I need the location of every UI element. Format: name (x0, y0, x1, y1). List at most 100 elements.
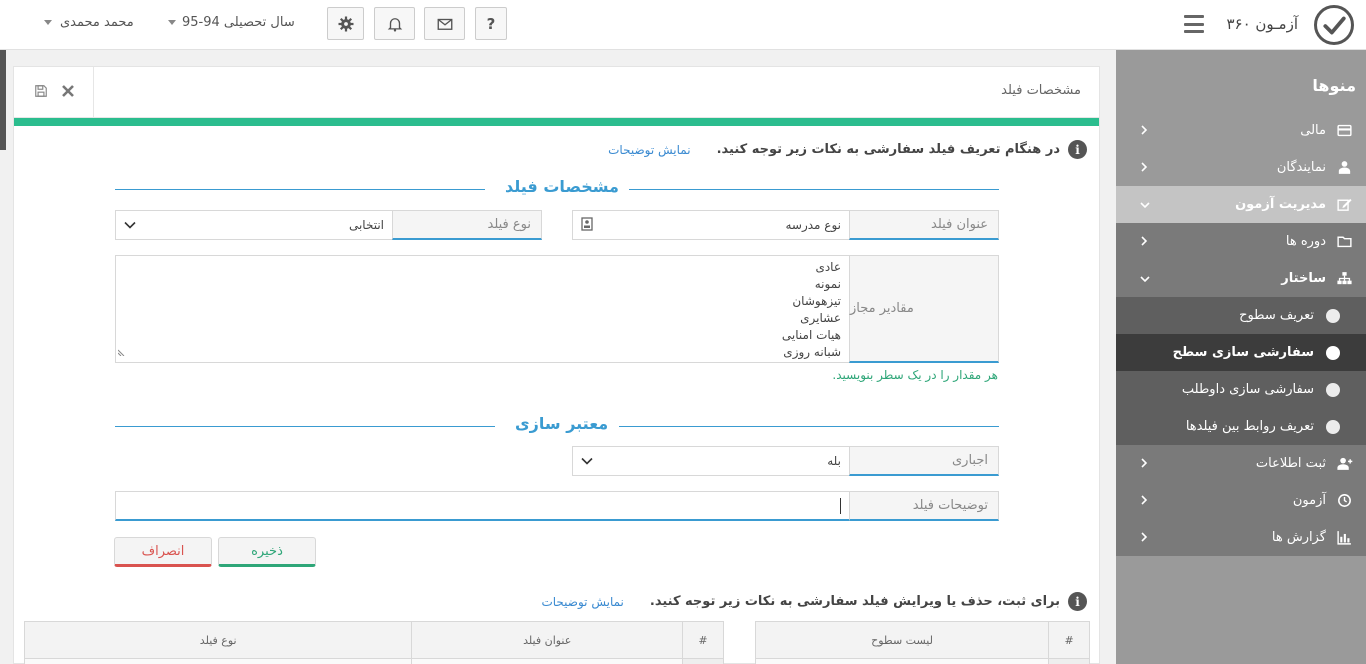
field-type-label: نوع فیلد (392, 210, 542, 240)
text-cursor (840, 497, 841, 514)
sidebar: منوها مالی نمایندگان مدیریت آزمون دوره ه… (1116, 50, 1366, 664)
description-group: توضیحات فیلد (115, 491, 999, 521)
info-icon: i (1068, 592, 1087, 611)
bullet-icon (1326, 419, 1340, 434)
sidebar-item-reports[interactable]: گزارش ها (1116, 519, 1366, 556)
sidebar-item-label: نمایندگان (1276, 160, 1326, 175)
gear-icon (338, 16, 353, 31)
folder-icon (1334, 233, 1354, 250)
allowed-values-textarea[interactable]: عادی نمونه تیزهوشان عشایری هیات امنایی ش… (115, 255, 849, 363)
table-row (23, 658, 724, 664)
show-description-link[interactable]: نمایش توضیحات (608, 143, 690, 157)
allowed-value-line: عادی (815, 260, 841, 274)
allowed-value-line: تیزهوشان (792, 294, 841, 308)
field-type-select[interactable]: انتخابی (115, 210, 392, 240)
field-title-group: عنوان فیلد نوع مدرسه (572, 210, 999, 240)
allowed-value-line: نمونه (814, 277, 841, 291)
bullet-icon (1326, 382, 1340, 397)
logo-check-icon (1314, 5, 1354, 45)
credit-card-icon (1334, 122, 1354, 139)
sidebar-item-exam-management[interactable]: مدیریت آزمون (1116, 186, 1366, 223)
sidebar-item-label: دوره ها (1285, 234, 1326, 249)
column-header[interactable]: لیست سطوح (754, 621, 1050, 659)
field-title-input[interactable]: نوع مدرسه (572, 210, 849, 240)
scroll-indicator (0, 50, 6, 150)
chevron-left-icon (1140, 494, 1148, 509)
save-button[interactable]: ذخیره (218, 537, 316, 567)
allowed-value-line: عشایری (800, 311, 841, 325)
agent-icon (1334, 159, 1354, 176)
sidebar-item-periods[interactable]: دوره ها (1116, 223, 1366, 260)
custom-fields-table: نوع فیلد عنوان فیلد # (23, 621, 724, 664)
sidebar-item-customize-candidate[interactable]: سفارشی سازی داوطلب (1116, 371, 1366, 408)
show-description-link[interactable]: نمایش توضیحات (541, 595, 623, 609)
sidebar-item-finance[interactable]: مالی (1116, 112, 1366, 149)
required-group: اجباری بله (572, 446, 999, 476)
notifications-button[interactable] (374, 7, 415, 40)
description-input[interactable] (115, 491, 849, 521)
resize-handle-icon[interactable] (117, 344, 126, 361)
panel-tools (14, 67, 94, 118)
chevron-down-icon (124, 218, 136, 232)
column-header[interactable]: عنوان فیلد (411, 621, 684, 659)
envelope-icon (437, 18, 452, 30)
sidebar-item-customize-level[interactable]: سفارشی سازی سطح (1116, 334, 1366, 371)
notice-define-field: i در هنگام تعریف فیلد سفارشی به نکات زیر… (608, 140, 1087, 159)
sidebar-item-label: مدیریت آزمون (1235, 197, 1326, 212)
sidebar-item-field-relations[interactable]: تعریف روابط بین فیلدها (1116, 408, 1366, 445)
allowed-values-label: مقادیر مجاز (849, 255, 999, 363)
bell-icon (387, 17, 402, 32)
field-title-label: عنوان فیلد (849, 210, 999, 240)
panel-title: مشخصات فیلد (1001, 83, 1081, 98)
required-value: بله (827, 454, 841, 468)
academic-year-select[interactable]: سال تحصیلی 94-95 (168, 15, 295, 30)
bullet-icon (1326, 345, 1340, 360)
menu-toggle-icon[interactable] (1184, 15, 1204, 33)
bullet-icon (1326, 308, 1340, 323)
academic-year-label: سال تحصیلی 94-95 (182, 15, 295, 30)
sidebar-item-agents[interactable]: نمایندگان (1116, 149, 1366, 186)
panel-accent-bar (14, 118, 1099, 126)
sidebar-item-structure[interactable]: ساختار (1116, 260, 1366, 297)
chevron-left-icon (1140, 124, 1148, 139)
user-name: محمد محمدی (60, 15, 134, 30)
panel-header: مشخصات فیلد (14, 67, 1099, 118)
sidebar-item-data-entry[interactable]: ثبت اطلاعات (1116, 445, 1366, 482)
close-icon[interactable] (61, 84, 74, 101)
chevron-left-icon (1140, 457, 1148, 472)
contact-card-icon (581, 216, 593, 234)
sidebar-item-define-levels[interactable]: تعریف سطوح (1116, 297, 1366, 334)
section-title: معتبر سازی (515, 414, 609, 433)
cancel-button[interactable]: انصراف (114, 537, 212, 567)
bar-chart-icon (1334, 529, 1354, 546)
notice-text: در هنگام تعریف فیلد سفارشی به نکات زیر ت… (716, 142, 1060, 157)
clock-icon (1334, 492, 1354, 509)
mail-button[interactable] (424, 7, 465, 40)
column-header[interactable]: # (682, 621, 724, 659)
sidebar-item-label: گزارش ها (1271, 530, 1326, 545)
settings-button[interactable] (327, 7, 364, 40)
chevron-down-icon (168, 20, 176, 25)
sidebar-title: منوها (1312, 76, 1356, 95)
allowed-value-line: هیات امنایی (781, 328, 841, 342)
column-header[interactable]: نوع فیلد (23, 621, 413, 659)
save-icon[interactable] (34, 84, 48, 102)
help-button[interactable]: ? (475, 7, 507, 40)
sidebar-item-exam[interactable]: آزمون (1116, 482, 1366, 519)
chevron-down-icon (44, 20, 52, 25)
chevron-left-icon (1140, 235, 1148, 250)
chevron-left-icon (1140, 161, 1148, 176)
required-select[interactable]: بله (572, 446, 849, 476)
edit-icon (1334, 196, 1354, 213)
section-field-specs: مشخصات فیلد (115, 177, 999, 201)
allowed-value-line: شبانه روزی (783, 345, 841, 359)
column-header[interactable]: # (1048, 621, 1090, 659)
required-label: اجباری (849, 446, 999, 476)
notice-text: برای ثبت، حذف یا ویرایش فیلد سفارشی به ن… (649, 594, 1060, 609)
sidebar-item-label: تعریف سطوح (1239, 308, 1314, 323)
field-type-value: انتخابی (348, 218, 384, 232)
sidebar-item-label: تعریف روابط بین فیلدها (1185, 419, 1314, 434)
section-validation: معتبر سازی (115, 414, 999, 438)
user-menu[interactable]: محمد محمدی (44, 15, 134, 30)
notice-edit-field: i برای ثبت، حذف یا ویرایش فیلد سفارشی به… (541, 592, 1087, 611)
